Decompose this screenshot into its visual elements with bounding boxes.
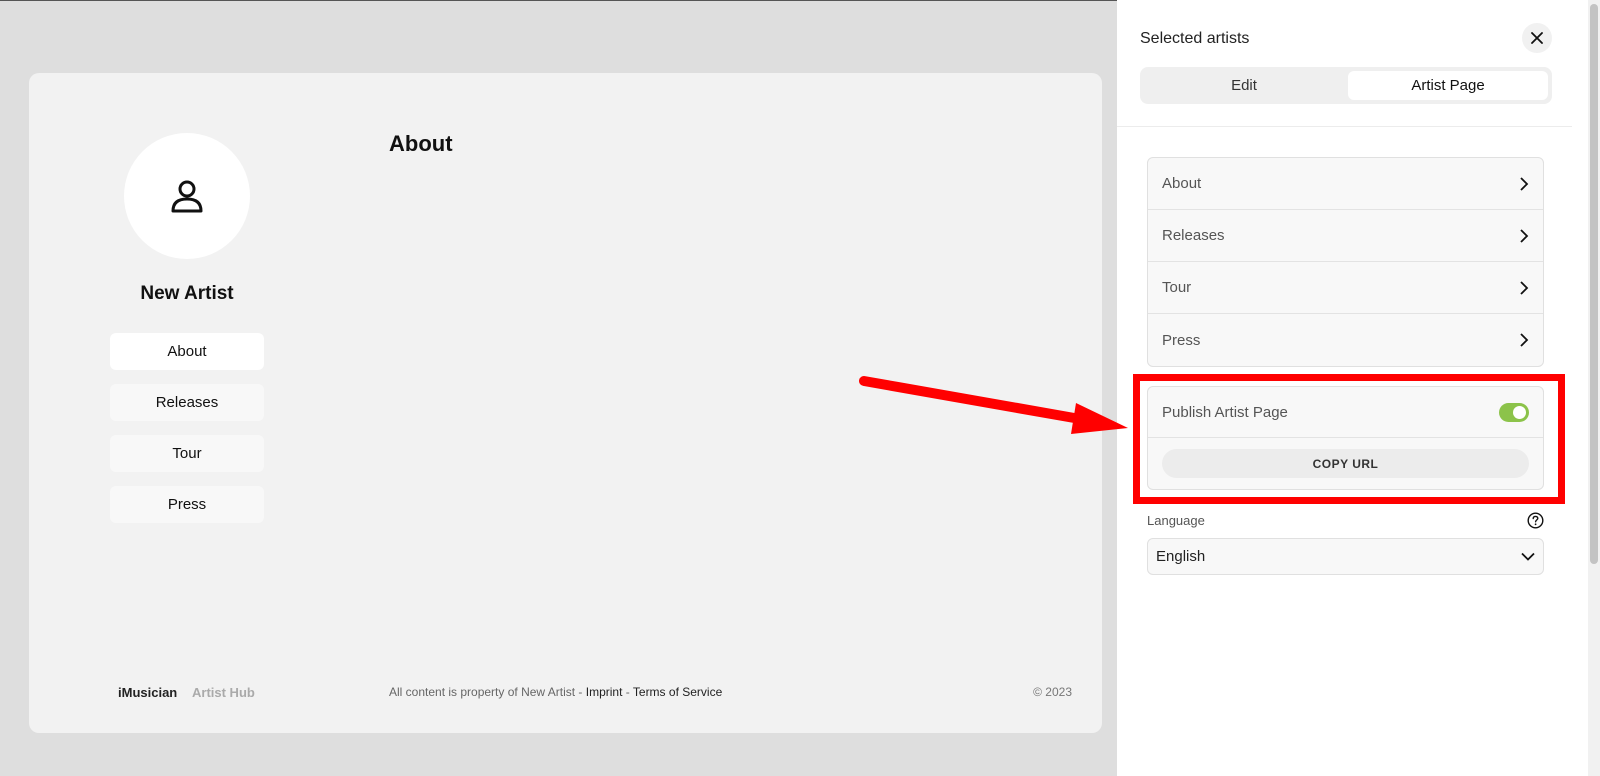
annotation-arrow: [859, 376, 1128, 434]
